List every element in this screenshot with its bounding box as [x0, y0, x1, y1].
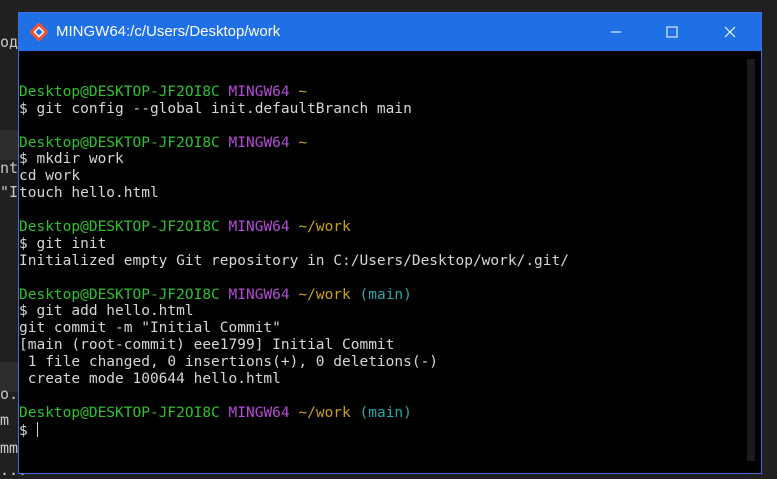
git-bash-icon[interactable] — [29, 22, 49, 42]
window-title: MINGW64:/c/Users/Desktop/work — [56, 23, 281, 40]
close-icon — [724, 23, 736, 42]
output-text: touch hello.html — [19, 185, 159, 202]
background-text-fragment: nt — [0, 159, 19, 177]
close-button[interactable] — [707, 13, 753, 51]
output-line: $ git add hello.html — [19, 303, 569, 320]
maximize-button[interactable] — [649, 13, 695, 51]
output-line: $ mkdir work — [19, 151, 569, 168]
output-text: 1 file changed, 0 insertions(+), 0 delet… — [19, 354, 439, 371]
output-text: [main (root-commit) eee1799] Initial Com… — [19, 337, 395, 354]
background-text-fragment: од — [0, 33, 19, 51]
prompt-system: MINGW64 — [228, 219, 290, 236]
prompt-line: Desktop@DESKTOP-JF2OI8C MINGW64 ~/work (… — [19, 405, 569, 422]
prompt-system: MINGW64 — [228, 134, 290, 151]
prompt-path: ~ — [298, 83, 308, 100]
prompt-user: Desktop@DESKTOP-JF2OI8C — [19, 83, 220, 100]
prompt-path: ~ — [298, 134, 308, 151]
title-bar[interactable]: MINGW64:/c/Users/Desktop/work — [19, 13, 761, 51]
output-line: $ git config --global init.defaultBranch… — [19, 101, 569, 118]
output-line: touch hello.html — [19, 185, 569, 202]
output-line: $ git init — [19, 236, 569, 253]
background-text-fragment: o. — [0, 385, 19, 403]
output-text: cd work — [19, 168, 81, 185]
background-text-fragment: "I — [0, 183, 19, 201]
output-text: $ mkdir work — [19, 151, 124, 168]
prompt-user: Desktop@DESKTOP-JF2OI8C — [19, 219, 220, 236]
text-cursor[interactable] — [37, 421, 39, 437]
output-text: $ git add hello.html — [19, 303, 194, 320]
prompt-path: ~/work — [298, 404, 351, 421]
prompt-system: MINGW64 — [228, 404, 290, 421]
output-line: cd work — [19, 168, 569, 185]
prompt-branch: (main) — [359, 286, 412, 303]
scrollbar-thumb[interactable] — [747, 59, 755, 461]
output-text: git commit -m "Initial Commit" — [19, 320, 281, 337]
output-line: [main (root-commit) eee1799] Initial Com… — [19, 337, 569, 354]
background-text-fragment: m — [0, 411, 10, 429]
terminal-text: Desktop@DESKTOP-JF2OI8C MINGW64 ~ $ git c… — [19, 67, 569, 439]
prompt-line: Desktop@DESKTOP-JF2OI8C MINGW64 ~ — [19, 135, 569, 152]
output-line: 1 file changed, 0 insertions(+), 0 delet… — [19, 354, 569, 371]
prompt-line: Desktop@DESKTOP-JF2OI8C MINGW64 ~/work (… — [19, 287, 569, 304]
maximize-icon — [666, 23, 678, 42]
output-text: Initialized empty Git repository in C:/U… — [19, 252, 569, 269]
output-text: $ git config --global init.defaultBranch… — [19, 100, 412, 117]
terminal-output[interactable]: Desktop@DESKTOP-JF2OI8C MINGW64 ~ $ git c… — [19, 51, 742, 473]
minimize-icon — [610, 23, 622, 42]
prompt-line: Desktop@DESKTOP-JF2OI8C MINGW64 ~ — [19, 84, 569, 101]
scrollbar[interactable] — [742, 51, 761, 473]
prompt-user: Desktop@DESKTOP-JF2OI8C — [19, 134, 220, 151]
output-text: $ git init — [19, 235, 107, 252]
prompt-branch: (main) — [359, 404, 412, 421]
output-text: create mode 100644 hello.html — [19, 371, 281, 388]
output-line: git commit -m "Initial Commit" — [19, 320, 569, 337]
prompt-user: Desktop@DESKTOP-JF2OI8C — [19, 286, 220, 303]
prompt-system: MINGW64 — [228, 83, 290, 100]
input-line: $ — [19, 421, 569, 439]
prompt-system: MINGW64 — [228, 286, 290, 303]
minimize-button[interactable] — [593, 13, 639, 51]
background-text-fragment: mm — [0, 439, 19, 457]
output-line: Initialized empty Git repository in C:/U… — [19, 253, 569, 270]
input-prompt: $ — [19, 422, 37, 439]
prompt-path: ~/work — [298, 219, 351, 236]
terminal-window[interactable]: MINGW64:/c/Users/Desktop/work Desktop@DE… — [18, 12, 762, 474]
output-line: create mode 100644 hello.html — [19, 371, 569, 388]
prompt-line: Desktop@DESKTOP-JF2OI8C MINGW64 ~/work — [19, 219, 569, 236]
prompt-path: ~/work — [298, 286, 351, 303]
prompt-user: Desktop@DESKTOP-JF2OI8C — [19, 404, 220, 421]
